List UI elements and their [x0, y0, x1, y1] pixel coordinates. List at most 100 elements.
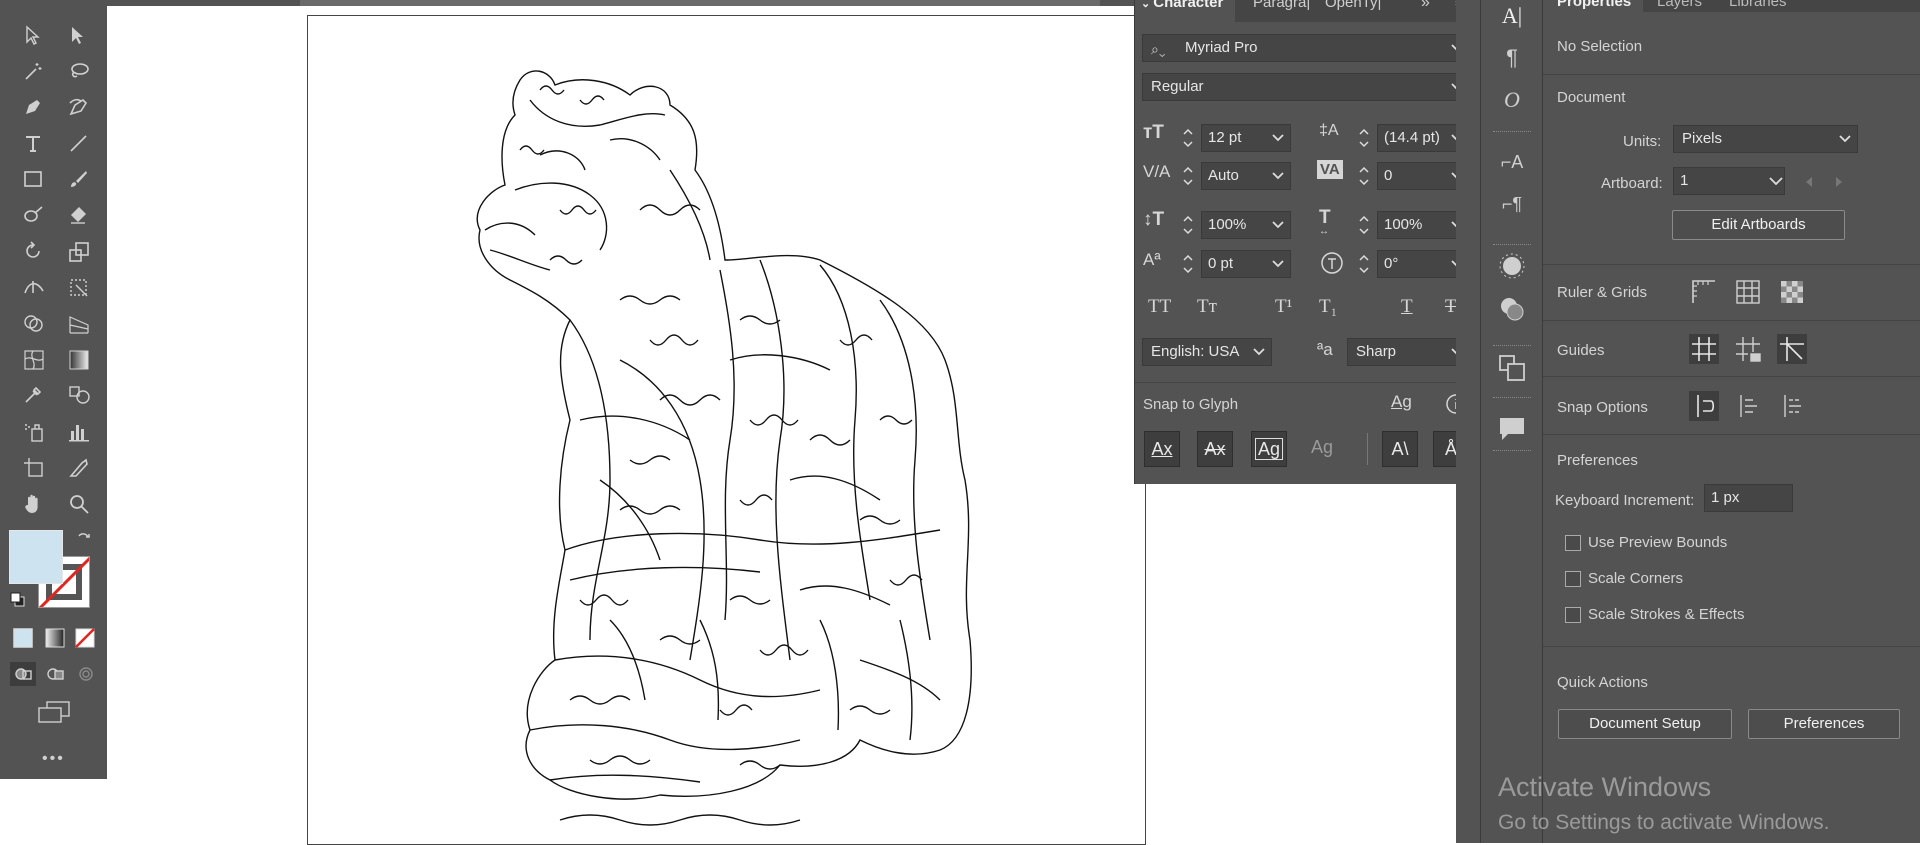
- eraser-tool-icon[interactable]: [61, 200, 95, 230]
- draw-inside-icon[interactable]: [73, 662, 99, 686]
- strikethrough-icon[interactable]: T: [1445, 296, 1457, 318]
- paragraph-panel-icon[interactable]: ¶: [1496, 42, 1528, 74]
- snap-to-grid-icon[interactable]: [1733, 391, 1763, 421]
- transparency-panel-icon[interactable]: [1496, 293, 1528, 325]
- eyedropper-tool-icon[interactable]: [16, 380, 50, 410]
- tab-opentype[interactable]: OpenTy|: [1325, 0, 1381, 16]
- artboard-dropdown-button[interactable]: [1765, 167, 1787, 195]
- gradient-tool-icon[interactable]: [61, 344, 95, 374]
- vertical-scrollbar[interactable]: [1456, 0, 1480, 843]
- language-dropdown[interactable]: English: USA: [1142, 338, 1272, 366]
- appearance-panel-icon[interactable]: [1496, 250, 1528, 282]
- edit-artboards-button[interactable]: Edit Artboards: [1672, 210, 1845, 240]
- transparency-grid-icon[interactable]: [1777, 277, 1807, 307]
- gradient-mode-icon[interactable]: [44, 627, 66, 649]
- slice-tool-icon[interactable]: [61, 452, 95, 482]
- all-caps-icon[interactable]: TT: [1148, 296, 1171, 318]
- document-tab[interactable]: [300, 0, 1100, 6]
- glyph-options-icon[interactable]: Ag: [1391, 392, 1412, 412]
- snap-glyph-bounds-button[interactable]: Ag: [1251, 431, 1287, 467]
- pen-tool-icon[interactable]: [16, 92, 50, 122]
- magic-wand-tool-icon[interactable]: [16, 56, 50, 86]
- rotation-stepper[interactable]: [1357, 250, 1371, 278]
- baseline-shift-stepper[interactable]: [1181, 250, 1195, 278]
- units-dropdown[interactable]: Pixels: [1673, 125, 1858, 153]
- smart-guides-icon[interactable]: [1777, 334, 1807, 364]
- none-mode-icon[interactable]: [74, 627, 96, 649]
- width-tool-icon[interactable]: [16, 272, 50, 302]
- snap-baseline-button[interactable]: Ax: [1144, 431, 1180, 467]
- lock-guides-icon[interactable]: [1733, 334, 1763, 364]
- snap-to-point-icon[interactable]: [1689, 391, 1719, 421]
- font-family-dropdown[interactable]: ⌕⌄ Myriad Pro: [1142, 34, 1470, 62]
- tab-properties[interactable]: Properties: [1557, 0, 1631, 10]
- curvature-tool-icon[interactable]: [61, 92, 95, 122]
- shape-builder-tool-icon[interactable]: [16, 308, 50, 338]
- scale-tool-icon[interactable]: [61, 236, 95, 266]
- line-tool-icon[interactable]: [61, 128, 95, 158]
- color-mode-icon[interactable]: [12, 627, 34, 649]
- expand-panels-icon[interactable]: »: [1421, 0, 1430, 16]
- character-styles-icon[interactable]: ⌐A: [1496, 146, 1528, 178]
- snap-xheight-button[interactable]: Ax: [1197, 431, 1233, 467]
- underline-icon[interactable]: T: [1401, 296, 1413, 318]
- tab-character[interactable]: ⌄ Character: [1141, 0, 1223, 16]
- free-transform-tool-icon[interactable]: [61, 272, 95, 302]
- artboards-panel-icon[interactable]: [1496, 352, 1528, 384]
- kerning-field[interactable]: Auto: [1201, 162, 1291, 190]
- mesh-tool-icon[interactable]: [16, 344, 50, 374]
- leading-stepper[interactable]: [1357, 124, 1371, 152]
- grid-icon[interactable]: [1733, 277, 1763, 307]
- vertical-scale-stepper[interactable]: [1181, 211, 1195, 239]
- document-setup-button[interactable]: Document Setup: [1558, 709, 1732, 739]
- snap-to-pixel-icon[interactable]: [1777, 391, 1807, 421]
- scale-strokes-checkbox[interactable]: [1565, 607, 1581, 623]
- rectangle-tool-icon[interactable]: [16, 164, 50, 194]
- next-artboard-icon[interactable]: [1833, 175, 1845, 189]
- paintbrush-tool-icon[interactable]: [61, 164, 95, 194]
- keyboard-increment-field[interactable]: 1 px: [1704, 484, 1793, 512]
- draw-behind-icon[interactable]: [42, 662, 68, 686]
- fill-swatch-front[interactable]: [9, 530, 63, 584]
- tab-layers[interactable]: Layers: [1657, 0, 1702, 10]
- tracking-stepper[interactable]: [1357, 162, 1371, 190]
- change-screen-mode-icon[interactable]: [37, 700, 71, 724]
- default-fill-stroke-icon[interactable]: [10, 592, 26, 608]
- blend-tool-icon[interactable]: [61, 380, 95, 410]
- ruler-icon[interactable]: [1689, 277, 1719, 307]
- draw-normal-icon[interactable]: [10, 662, 36, 686]
- hand-tool-icon[interactable]: [16, 488, 50, 518]
- comments-panel-icon[interactable]: [1496, 412, 1528, 444]
- superscript-icon[interactable]: T¹: [1275, 296, 1292, 318]
- rotate-tool-icon[interactable]: [16, 236, 50, 266]
- perspective-grid-tool-icon[interactable]: [61, 308, 95, 338]
- vertical-scale-field[interactable]: 100%: [1201, 211, 1291, 239]
- symbol-sprayer-tool-icon[interactable]: [16, 416, 50, 446]
- column-graph-tool-icon[interactable]: [61, 416, 95, 446]
- font-style-dropdown[interactable]: Regular: [1142, 73, 1470, 101]
- small-caps-icon[interactable]: Tт: [1197, 296, 1217, 318]
- tab-libraries[interactable]: Libraries: [1729, 0, 1787, 10]
- swap-fill-stroke-icon[interactable]: [76, 531, 92, 547]
- font-size-field[interactable]: 12 pt: [1201, 124, 1291, 152]
- angular-guides-button[interactable]: A\: [1382, 431, 1418, 467]
- preferences-button[interactable]: Preferences: [1748, 709, 1900, 739]
- tab-paragraph[interactable]: Paragra|: [1253, 0, 1310, 16]
- type-tool-icon[interactable]: [16, 128, 50, 158]
- previous-artboard-icon[interactable]: [1803, 175, 1815, 189]
- subscript-icon[interactable]: T₁: [1319, 296, 1337, 318]
- snap-proximity-icon[interactable]: Ag: [1311, 437, 1333, 458]
- shaper-tool-icon[interactable]: [16, 200, 50, 230]
- lasso-tool-icon[interactable]: [61, 56, 95, 86]
- use-preview-bounds-checkbox[interactable]: [1565, 535, 1581, 551]
- artboard-tool-icon[interactable]: [16, 452, 50, 482]
- character-panel-icon[interactable]: A|: [1496, 0, 1528, 32]
- zoom-tool-icon[interactable]: [61, 488, 95, 518]
- selection-tool-icon[interactable]: [16, 20, 50, 50]
- bear-line-art[interactable]: [460, 60, 1050, 845]
- horizontal-scale-stepper[interactable]: [1357, 211, 1371, 239]
- baseline-shift-field[interactable]: 0 pt: [1201, 250, 1291, 278]
- edit-toolbar-button[interactable]: •••: [42, 750, 65, 768]
- opentype-panel-icon[interactable]: O: [1496, 84, 1528, 116]
- show-guides-icon[interactable]: [1689, 334, 1719, 364]
